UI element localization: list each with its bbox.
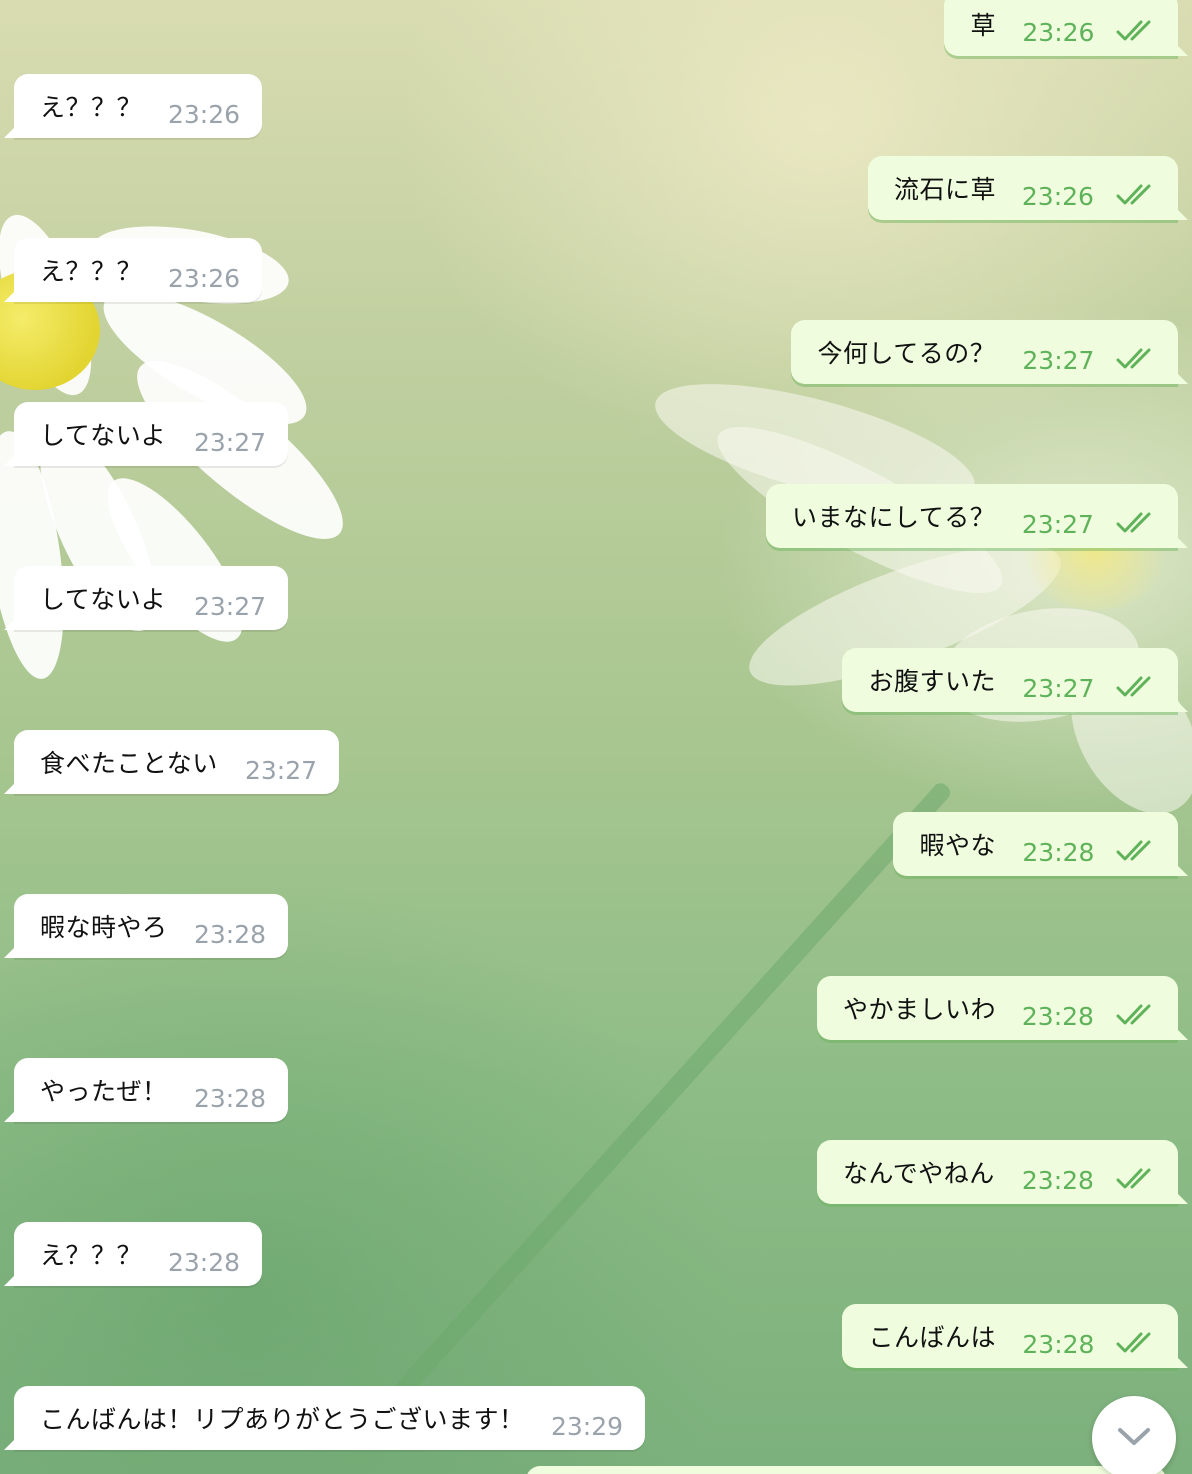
message-text: 食べたことない — [40, 749, 218, 778]
message-text: 暇やな — [919, 831, 996, 860]
double-check-icon — [1116, 840, 1151, 861]
double-check-icon — [1116, 1168, 1151, 1189]
message-time: 23:28 — [193, 920, 266, 949]
message-bubble-incoming[interactable]: え？？？ 23:26 — [4, 74, 262, 138]
message-text: やかましいわ — [842, 995, 996, 1024]
double-check-icon — [1116, 512, 1151, 533]
message-time: 23:26 — [1021, 182, 1094, 211]
message-time: 23:27 — [1022, 674, 1095, 703]
message-time: 23:27 — [1022, 346, 1095, 375]
double-check-icon — [1116, 676, 1151, 697]
message-time: 23:26 — [167, 264, 240, 293]
message-bubble-outgoing[interactable]: お腹すいた 23:27 — [842, 648, 1189, 712]
background-flower-right — [640, 358, 1192, 837]
message-text: 暇な時やろ — [40, 913, 168, 942]
message-text: 草 — [970, 11, 996, 40]
message-time: 23:28 — [193, 1084, 266, 1113]
double-check-icon — [1116, 20, 1151, 41]
scroll-down-button[interactable] — [1092, 1396, 1176, 1474]
message-bubble-outgoing[interactable]: 暇やな 23:28 — [893, 812, 1189, 876]
chevron-down-icon — [1118, 1428, 1150, 1445]
message-bubble-incoming[interactable]: え？？？ 23:28 — [4, 1222, 262, 1286]
message-time: 23:28 — [1021, 1002, 1094, 1031]
message-text: いまなにしてる？ — [791, 503, 996, 532]
message-text: え？？？ — [40, 93, 143, 122]
message-time: 23:28 — [1022, 1330, 1095, 1359]
message-time: 23:27 — [244, 756, 317, 785]
double-check-icon — [1116, 184, 1151, 205]
message-bubble-outgoing[interactable]: こんばんは 23:28 — [842, 1304, 1189, 1368]
message-text: え？？？ — [40, 257, 143, 286]
message-text: してないよ — [40, 421, 167, 450]
message-bubble-outgoing[interactable]: 流石に草 23:26 — [867, 156, 1188, 220]
message-bubble-partial — [526, 1466, 1166, 1474]
message-time: 23:28 — [1022, 838, 1095, 867]
message-time: 23:29 — [550, 1412, 623, 1441]
chat-area[interactable]: 草 23:26 え？？？ 23:26 流石に草 23:26 え？？？ 23:26 今何してるの？… — [0, 0, 1192, 1474]
message-text: してないよ — [40, 585, 167, 614]
message-text: 流石に草 — [893, 175, 996, 204]
message-bubble-outgoing[interactable]: なんでやねん 23:28 — [816, 1140, 1188, 1204]
message-time: 23:27 — [193, 428, 266, 457]
message-time: 23:27 — [1021, 510, 1094, 539]
message-text: こんばんは！リプありがとうございます！ — [40, 1405, 525, 1434]
message-text: やったぜ！ — [40, 1077, 168, 1106]
message-time: 23:26 — [167, 100, 240, 129]
message-bubble-incoming[interactable]: え？？？ 23:26 — [4, 238, 262, 302]
message-bubble-outgoing[interactable]: やかましいわ 23:28 — [816, 976, 1188, 1040]
message-time: 23:27 — [193, 592, 266, 621]
double-check-icon — [1116, 1332, 1151, 1353]
message-bubble-incoming[interactable]: してないよ 23:27 — [4, 402, 288, 466]
message-bubble-incoming[interactable]: 暇な時やろ 23:28 — [4, 894, 288, 958]
message-bubble-incoming[interactable]: してないよ 23:27 — [4, 566, 288, 630]
double-check-icon — [1116, 348, 1151, 369]
message-bubble-outgoing[interactable]: 草 23:26 — [944, 0, 1189, 56]
message-time: 23:28 — [167, 1248, 240, 1277]
message-bubble-outgoing[interactable]: 今何してるの？ 23:27 — [791, 320, 1189, 384]
message-bubble-outgoing[interactable]: いまなにしてる？ 23:27 — [765, 484, 1188, 548]
message-text: こんばんは — [868, 1323, 996, 1352]
message-bubble-incoming[interactable]: 食べたことない 23:27 — [4, 730, 339, 794]
message-text: 今何してるの？ — [817, 339, 996, 368]
message-time: 23:28 — [1021, 1166, 1094, 1195]
message-bubble-incoming[interactable]: こんばんは！リプありがとうございます！ 23:29 — [4, 1386, 645, 1450]
message-text: え？？？ — [40, 1241, 143, 1270]
message-bubble-incoming[interactable]: やったぜ！ 23:28 — [4, 1058, 288, 1122]
double-check-icon — [1116, 1004, 1151, 1025]
message-text: なんでやねん — [842, 1159, 995, 1188]
message-text: お腹すいた — [868, 667, 996, 696]
message-time: 23:26 — [1022, 18, 1095, 47]
